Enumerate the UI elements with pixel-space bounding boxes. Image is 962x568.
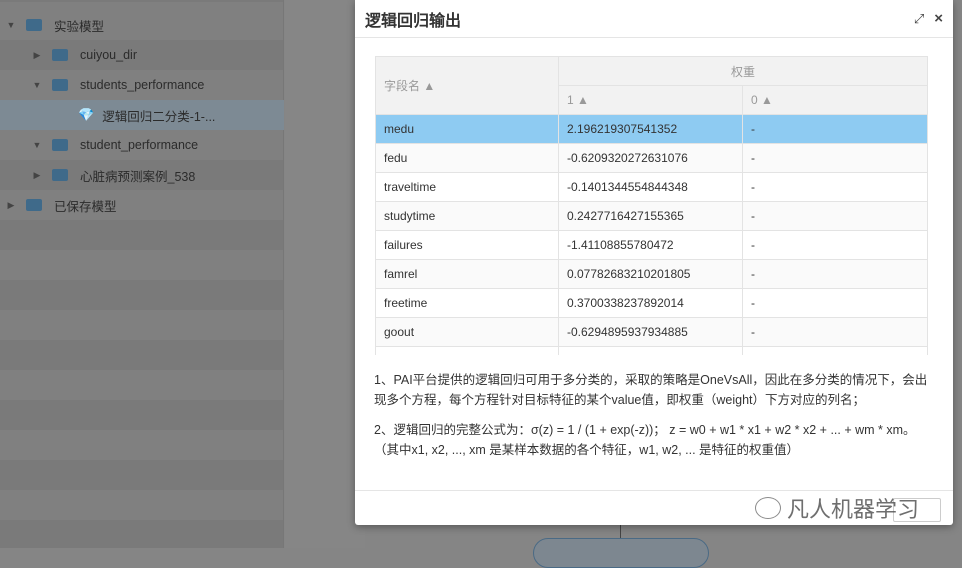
field-cell: fedu [375, 143, 559, 173]
table-row[interactable]: goout -0.6294895937934885- [375, 317, 929, 347]
watermark: 凡人机器学习 [755, 492, 919, 524]
canvas-node[interactable] [533, 538, 709, 568]
model-gem-icon: 💎 [78, 107, 95, 122]
tree-item-label: 已保存模型 [54, 199, 117, 214]
weight-0-cell [741, 346, 929, 355]
tree-item[interactable]: ▶ 心脏病预测案例_538 [0, 160, 284, 190]
tree-item-label: 心脏病预测案例_538 [80, 169, 196, 184]
dialog-header: 逻辑回归输出 ⤢ × [355, 0, 953, 38]
column-1-header[interactable]: 1 ▲ [558, 85, 743, 115]
note-1: 1、PAI平台提供的逻辑回归可用于多分类的，采取的策略是OneVsAll，因此在… [374, 373, 928, 407]
column-0-header[interactable]: 0 ▲ [741, 85, 929, 115]
tree-item[interactable]: ▶ cuiyou_dir [0, 40, 284, 70]
weights-table: 字段名 ▲ 权重 1 ▲ 0 ▲ medu 2.196219307541352- f… [375, 56, 929, 355]
tree-item[interactable]: 💎 逻辑回归二分类-1-... [0, 100, 284, 130]
weight-group-header: 权重 [557, 56, 929, 86]
weight-1-cell: -0.6294895937934885 [558, 317, 743, 347]
caret-down-icon[interactable]: ▼ [32, 140, 42, 150]
weight-1-cell: -0.1401344554844348 [558, 172, 743, 202]
tree-item-label: 实验模型 [54, 19, 105, 34]
field-name-header[interactable]: 字段名 ▲ [375, 56, 559, 115]
folder-open-icon [52, 139, 68, 151]
weight-1-cell: 0.3700338237892014 [558, 288, 743, 318]
table-row[interactable]: traveltime -0.1401344554844348- [375, 172, 929, 202]
weight-1-cell: -1.41108855780472 [558, 230, 743, 260]
tree-item-label: cuiyou_dir [80, 48, 137, 62]
caret-right-icon[interactable]: ▶ [6, 200, 16, 211]
field-cell: failures [375, 230, 559, 260]
model-tree: ▼ 实验模型 ▶ cuiyou_dir ▼ students_performance 💎 逻辑… [0, 0, 284, 548]
folder-icon [26, 199, 42, 211]
caret-right-icon[interactable]: ▶ [32, 170, 42, 181]
weight-0-cell: - [741, 259, 929, 289]
weights-table-container: 字段名 ▲ 权重 1 ▲ 0 ▲ medu 2.196219307541352- f… [375, 56, 935, 355]
table-row[interactable]: fedu -0.6209320272631076- [375, 143, 929, 173]
canvas-area [285, 0, 365, 548]
weight-0-cell: - [741, 143, 929, 173]
table-row[interactable]: medu 2.196219307541352- [375, 114, 929, 144]
logistic-regression-output-dialog: 逻辑回归输出 ⤢ × 字段名 ▲ 权重 1 ▲ 0 ▲ medu 2.196219… [355, 0, 953, 525]
field-cell: studytime [375, 201, 559, 231]
field-cell: medu [375, 114, 559, 144]
weight-1-cell: -0.6209320272631076 [558, 143, 743, 173]
weight-0-cell: - [741, 230, 929, 260]
table-row[interactable] [375, 346, 929, 355]
folder-open-icon [52, 79, 68, 91]
wechat-icon [755, 497, 781, 519]
field-cell: traveltime [375, 172, 559, 202]
tree-item[interactable]: ▼ students_performance [0, 70, 284, 100]
tree-item-label: students_performance [80, 78, 205, 92]
weight-0-cell: - [741, 288, 929, 318]
dialog-title: 逻辑回归输出 [365, 12, 462, 30]
field-cell: famrel [375, 259, 559, 289]
tree-item[interactable]: ▼ 实验模型 [0, 10, 284, 40]
caret-right-icon[interactable]: ▶ [32, 50, 42, 61]
tree-item-label: 逻辑回归二分类-1-... [102, 109, 216, 124]
tree-item[interactable]: ▼ student_performance [0, 130, 284, 160]
connector-line [620, 525, 621, 539]
folder-icon [52, 169, 68, 181]
field-cell [375, 346, 559, 355]
caret-down-icon[interactable]: ▼ [6, 20, 16, 30]
weight-1-cell: 2.196219307541352 [558, 114, 743, 144]
weight-0-cell: - [741, 317, 929, 347]
close-icon[interactable]: × [934, 10, 943, 27]
tree-item-label: student_performance [80, 138, 199, 152]
weight-1-cell [558, 346, 743, 355]
notes: 1、PAI平台提供的逻辑回归可用于多分类的，采取的策略是OneVsAll，因此在… [374, 370, 934, 470]
weight-1-cell: 0.2427716427155365 [558, 201, 743, 231]
weight-0-cell: - [741, 114, 929, 144]
field-cell: goout [375, 317, 559, 347]
weight-1-cell: 0.07782683210201805 [558, 259, 743, 289]
maximize-icon[interactable]: ⤢ [914, 11, 924, 27]
watermark-text: 凡人机器学习 [787, 497, 920, 522]
caret-down-icon[interactable]: ▼ [32, 80, 42, 90]
weight-0-cell: - [741, 201, 929, 231]
note-2: 2、逻辑回归的完整公式为：σ(z) = 1 / (1 + exp(-z))； z… [374, 423, 916, 457]
folder-open-icon [26, 19, 42, 31]
table-row[interactable]: famrel 0.07782683210201805- [375, 259, 929, 289]
folder-icon [52, 49, 68, 61]
table-row[interactable]: freetime 0.3700338237892014- [375, 288, 929, 318]
field-cell: freetime [375, 288, 559, 318]
table-row[interactable]: failures -1.41108855780472- [375, 230, 929, 260]
weight-0-cell: - [741, 172, 929, 202]
tree-item[interactable]: ▶ 已保存模型 [0, 190, 284, 220]
table-row[interactable]: studytime 0.2427716427155365- [375, 201, 929, 231]
